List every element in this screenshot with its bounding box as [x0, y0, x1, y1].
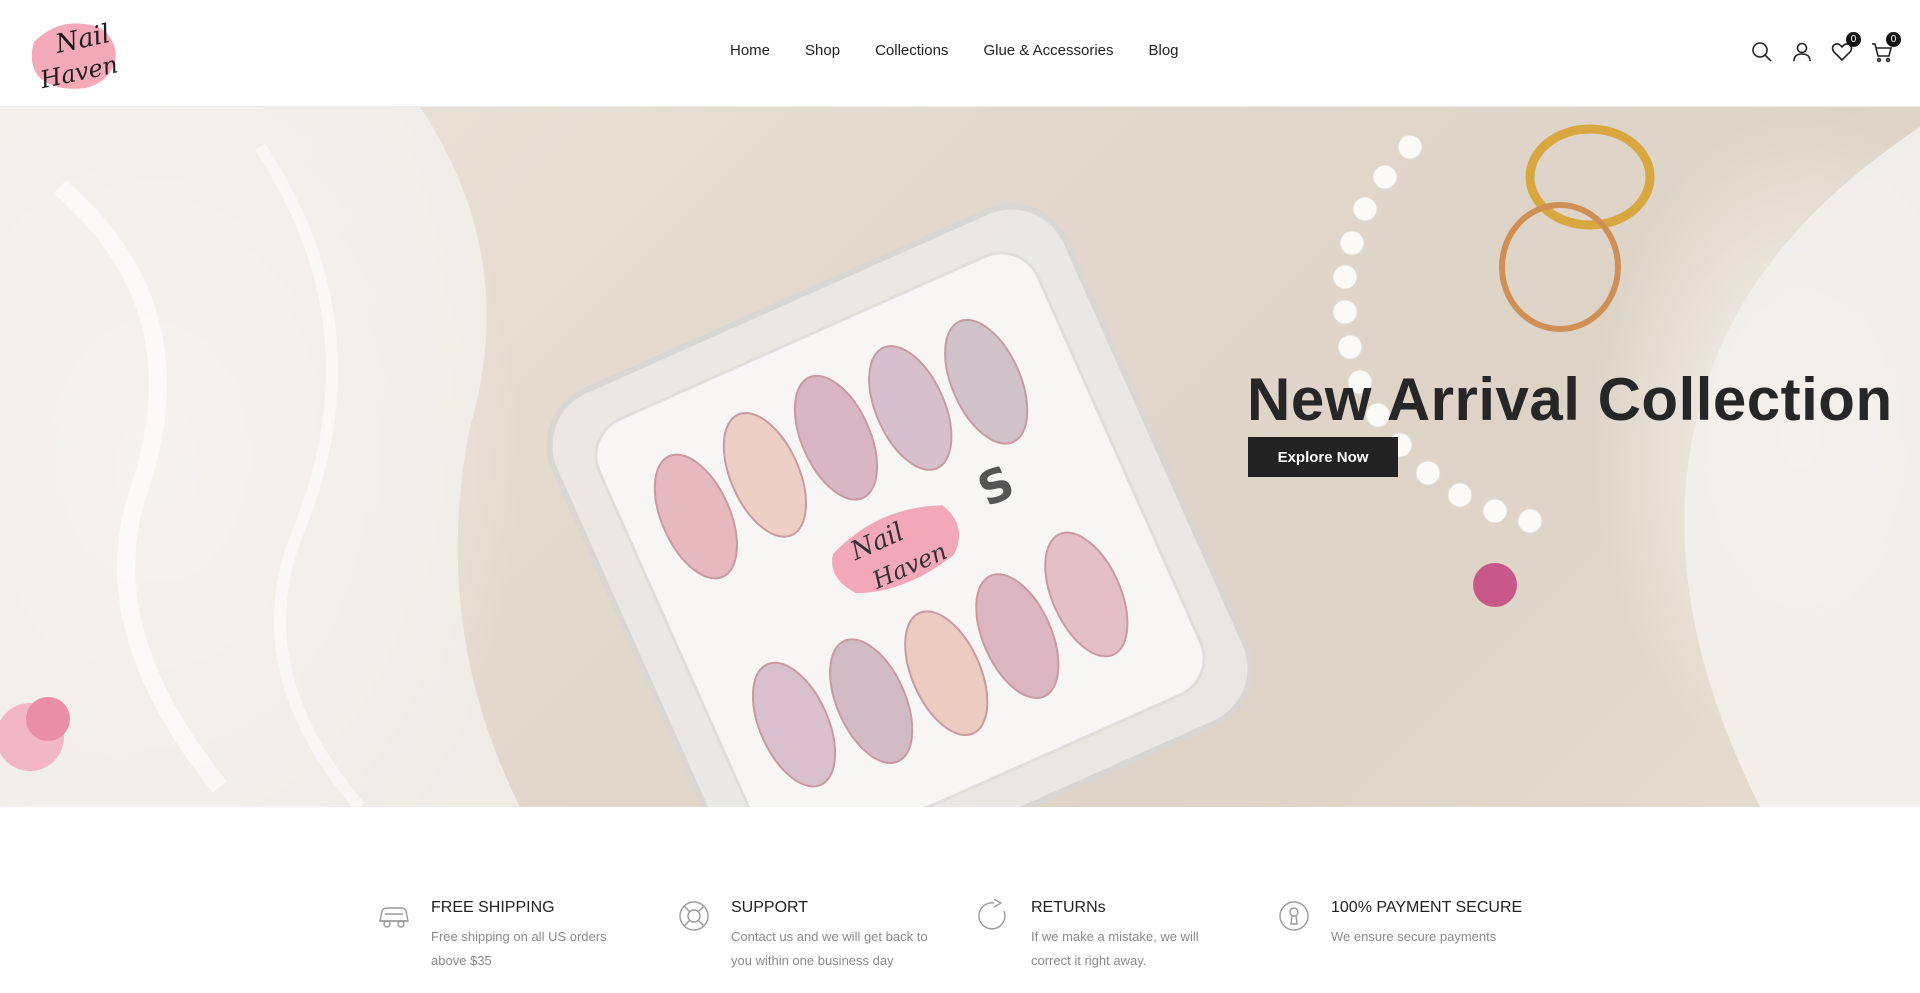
feature-title: FREE SHIPPING [431, 899, 555, 916]
explore-now-button[interactable]: Explore Now [1248, 437, 1398, 477]
hero-title: New Arrival Collection [1247, 366, 1893, 433]
hero-image: Nail Haven S [0, 107, 1920, 807]
keyhole-icon [1277, 899, 1311, 933]
main-nav: Home Shop Collections Glue & Accessories… [730, 42, 1179, 59]
refresh-icon [977, 898, 1011, 933]
lifebuoy-icon [677, 899, 711, 933]
features-bar: FREE SHIPPING Free shipping on all US or… [0, 807, 1920, 993]
user-icon[interactable] [1790, 40, 1814, 64]
nav-home[interactable]: Home [730, 42, 770, 59]
header-actions: 0 0 [1750, 32, 1901, 64]
nav-shop[interactable]: Shop [805, 42, 840, 59]
feature-desc: Contact us and we will get back to you w… [731, 929, 928, 968]
search-icon[interactable] [1750, 40, 1774, 64]
site-header: Nail Haven Home Shop Collections Glue & … [0, 0, 1920, 107]
feature-desc: We ensure secure payments [1331, 929, 1497, 944]
nav-glue-accessories[interactable]: Glue & Accessories [983, 42, 1113, 59]
feature-desc: Free shipping on all US orders above $35 [431, 929, 607, 968]
feature-title: 100% PAYMENT SECURE [1331, 899, 1523, 916]
truck-icon [377, 899, 411, 933]
feature-desc: If we make a mistake, we will correct it… [1031, 929, 1199, 968]
feature-title: RETURNs [1031, 899, 1106, 916]
brand-logo[interactable]: Nail Haven [26, 14, 120, 94]
cart-count-badge: 0 [1886, 32, 1901, 47]
heart-icon[interactable]: 0 [1830, 32, 1861, 64]
wishlist-count-badge: 0 [1846, 32, 1861, 47]
cart-icon[interactable]: 0 [1870, 32, 1901, 64]
feature-title: SUPPORT [731, 899, 809, 916]
nav-blog[interactable]: Blog [1149, 42, 1179, 59]
nav-collections[interactable]: Collections [875, 42, 948, 59]
hero-banner: Nail Haven S New Arrival Collection Expl… [0, 107, 1920, 807]
